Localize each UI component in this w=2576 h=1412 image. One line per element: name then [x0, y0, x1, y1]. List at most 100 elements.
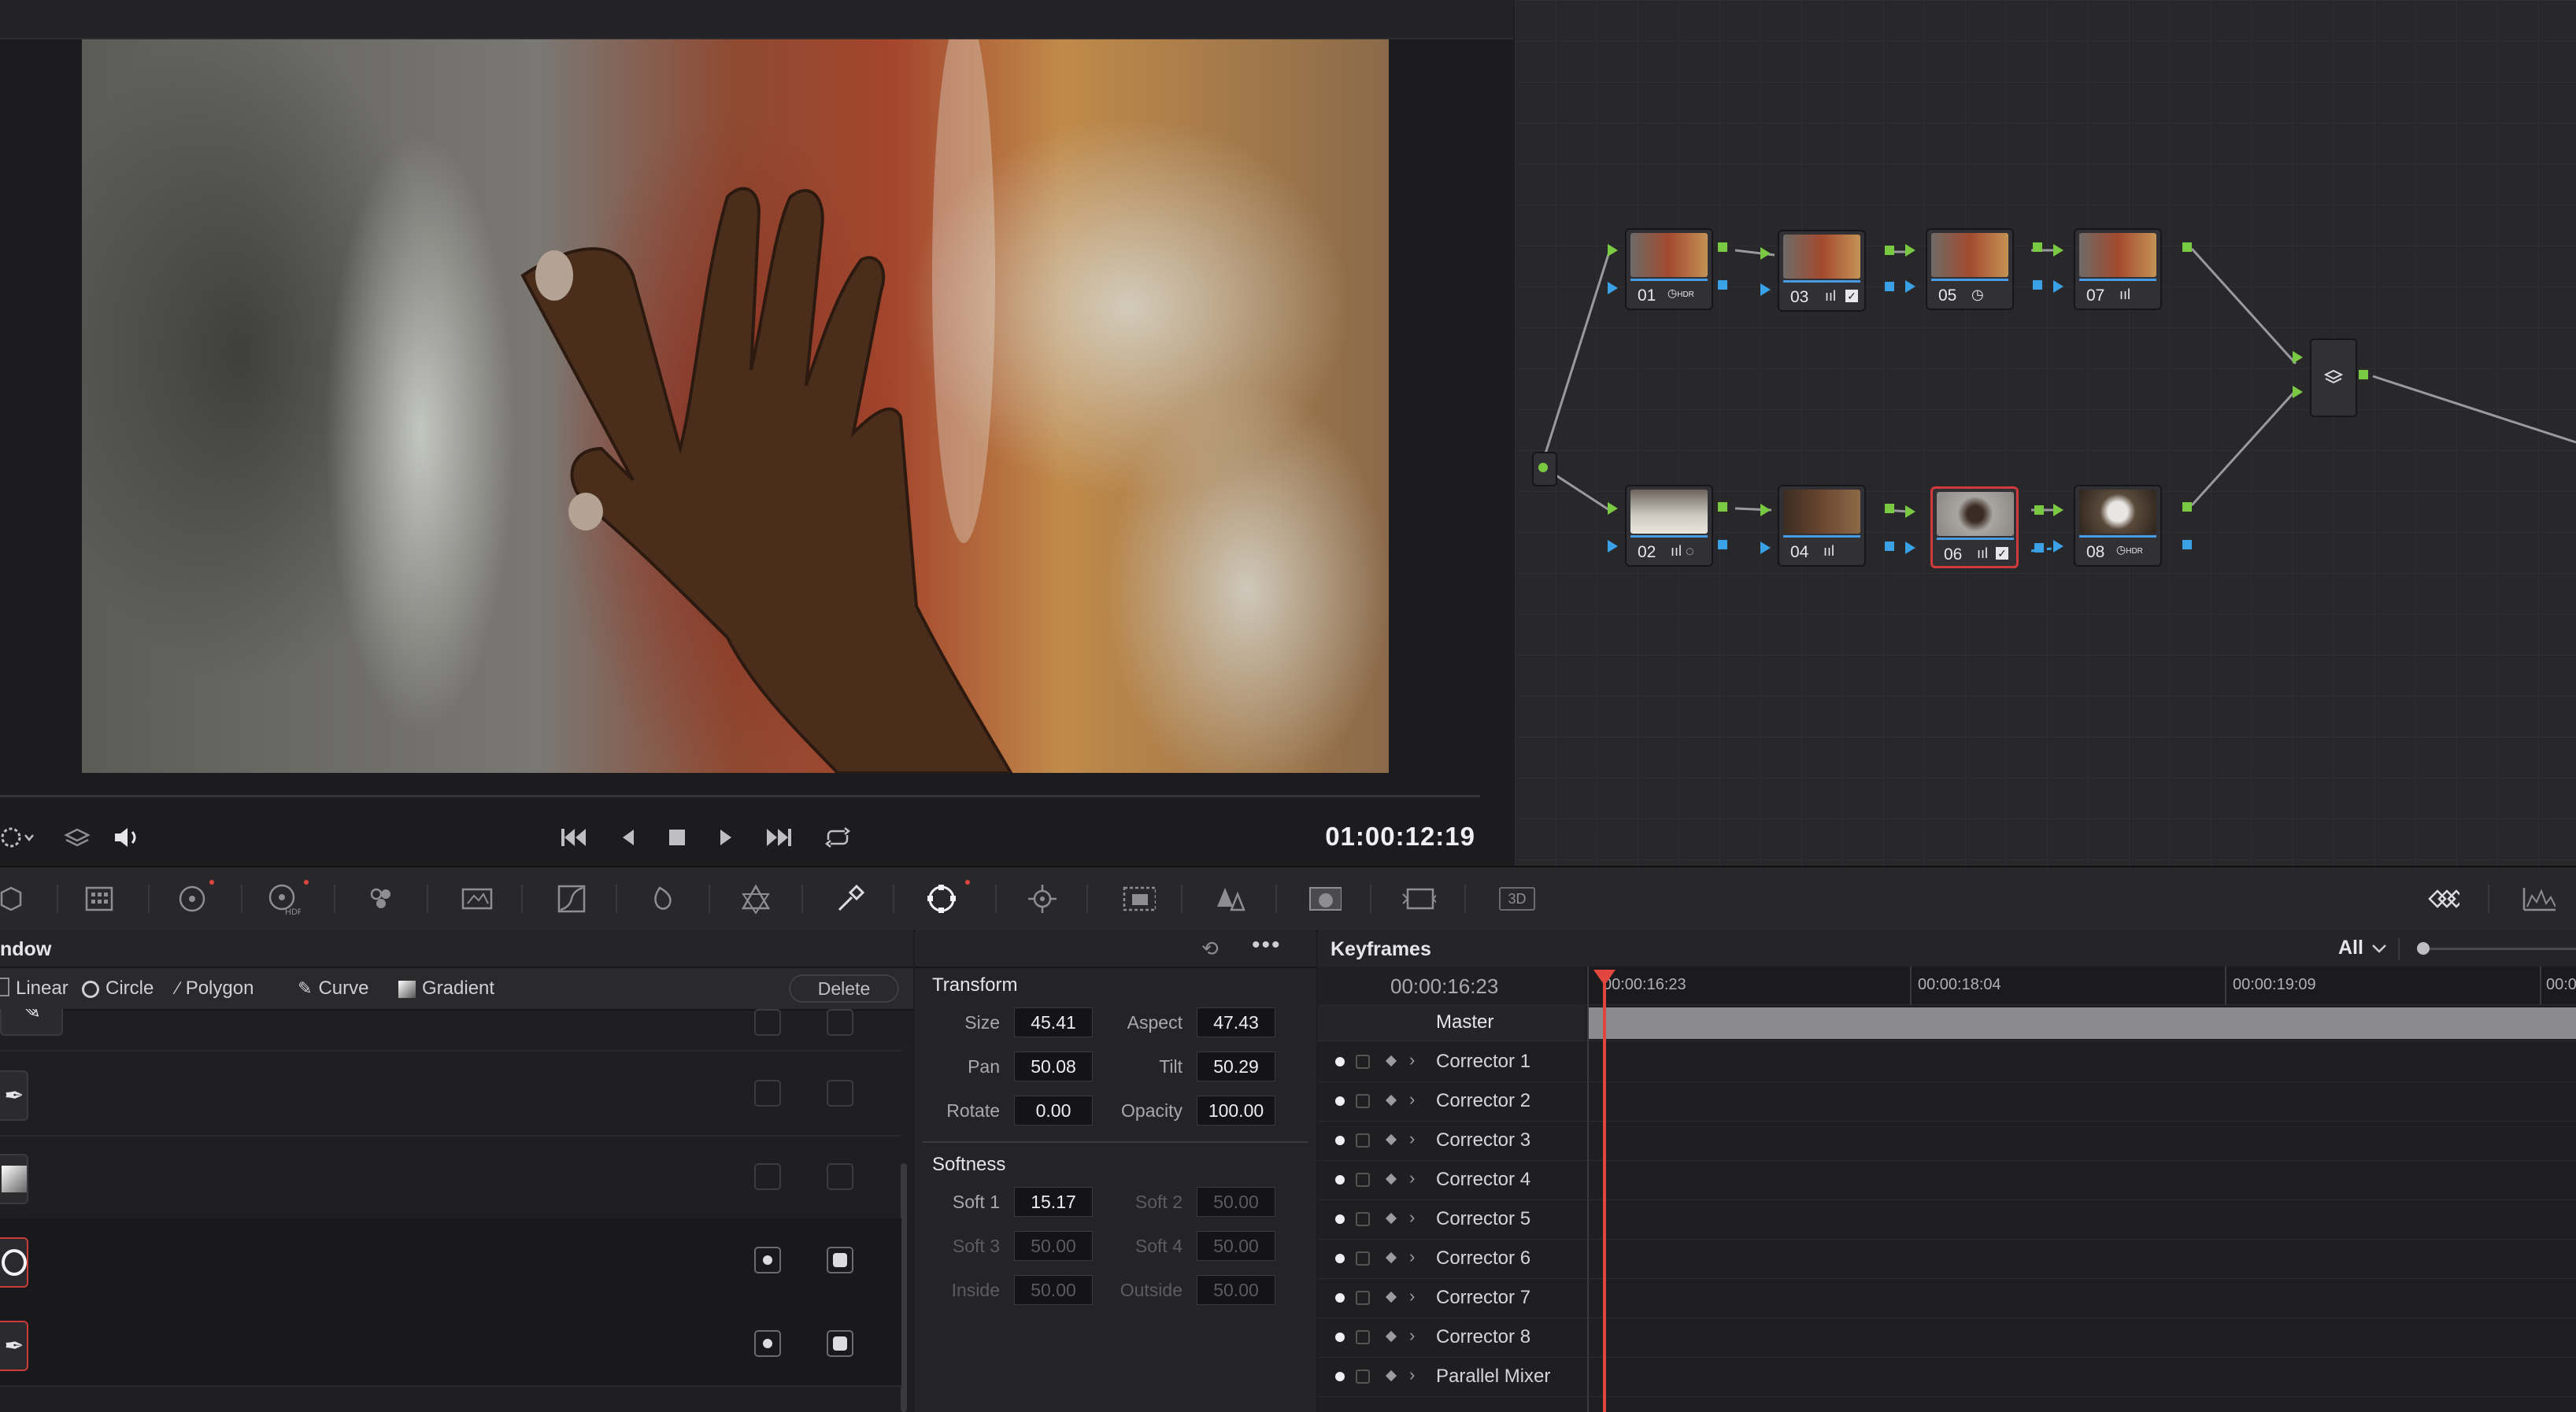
qualifier-icon[interactable] [738, 882, 773, 916]
gradient-window-button[interactable]: Gradient [398, 978, 494, 1000]
chevron-right-icon[interactable]: › [1409, 1286, 1415, 1307]
keyframe-icon[interactable] [1385, 1291, 1397, 1303]
node-07-input-port[interactable] [2053, 244, 2063, 257]
scrub-bar[interactable] [0, 795, 1480, 797]
window-mask-toggle[interactable] [827, 1080, 853, 1107]
window-row-pen-2[interactable]: ✒ [0, 1052, 901, 1137]
node-01-input-port[interactable] [1608, 244, 1618, 257]
lock-icon[interactable] [1356, 1251, 1370, 1266]
node-08[interactable]: 08 ◷HDR [2074, 485, 2162, 567]
circle-window-button[interactable]: Circle [82, 978, 154, 1000]
curves-icon[interactable] [554, 882, 589, 916]
node-06-output-port[interactable] [2034, 505, 2044, 515]
node-03-key-input[interactable] [1760, 283, 1771, 296]
node-02[interactable]: 02 ııl ◌ [1625, 485, 1713, 567]
lock-icon[interactable] [1356, 1173, 1370, 1187]
rotate-field[interactable]: 0.00 [1014, 1096, 1093, 1126]
pan-field[interactable]: 50.08 [1014, 1052, 1093, 1081]
window-list-scrollbar[interactable] [901, 1163, 907, 1412]
node-04-key-output[interactable] [1885, 542, 1894, 551]
aspect-field[interactable]: 47.43 [1197, 1007, 1275, 1037]
track-enable-dot[interactable] [1335, 1293, 1345, 1303]
window-mask-toggle[interactable] [827, 1009, 853, 1036]
node-04-input-port[interactable] [1760, 504, 1771, 516]
curve-window-button[interactable]: ✎ Curve [298, 978, 368, 1000]
outside-field[interactable]: 50.00 [1197, 1275, 1275, 1305]
node-03-output-port[interactable] [1885, 246, 1894, 255]
node-02-key-input[interactable] [1608, 540, 1618, 553]
step-back-icon[interactable] [611, 820, 646, 855]
playhead-line[interactable] [1603, 978, 1606, 1412]
size-field[interactable]: 45.41 [1014, 1007, 1093, 1037]
linear-window-button[interactable]: Linear [0, 978, 68, 1000]
window-invert-toggle[interactable] [754, 1330, 781, 1357]
eyedropper-icon[interactable] [831, 882, 866, 916]
node-01-output-port[interactable] [1718, 242, 1727, 252]
track-enable-dot[interactable] [1335, 1254, 1345, 1263]
magic-mask-icon[interactable] [1121, 882, 1156, 916]
window-invert-toggle[interactable] [754, 1163, 781, 1190]
chevron-right-icon[interactable]: › [1409, 1129, 1415, 1149]
node-07-output-port[interactable] [2182, 242, 2192, 252]
track-enable-dot[interactable] [1335, 1333, 1345, 1342]
window-mask-toggle[interactable] [827, 1330, 853, 1357]
track-corrector-5[interactable]: › Corrector 5 [1318, 1199, 2576, 1240]
track-enable-dot[interactable] [1335, 1175, 1345, 1185]
window-row-circle-selected[interactable] [0, 1218, 901, 1303]
color-wheels-icon[interactable] [175, 882, 209, 916]
stop-icon[interactable] [660, 820, 694, 855]
node-04-key-input[interactable] [1760, 542, 1771, 554]
node-03-input-port[interactable] [1760, 247, 1771, 260]
opacity-field[interactable]: 100.00 [1197, 1096, 1275, 1126]
node-01-key-output[interactable] [1718, 280, 1727, 290]
tracker-icon[interactable] [1025, 882, 1060, 916]
chevron-right-icon[interactable]: › [1409, 1247, 1415, 1267]
lock-icon[interactable] [1356, 1369, 1370, 1384]
track-corrector-7[interactable]: › Corrector 7 [1318, 1278, 2576, 1318]
play-icon[interactable] [709, 820, 743, 855]
window-invert-toggle[interactable] [754, 1080, 781, 1107]
window-row-gradient[interactable] [0, 1135, 901, 1220]
soft2-field[interactable]: 50.00 [1197, 1187, 1275, 1217]
chevron-right-icon[interactable]: › [1409, 1050, 1415, 1070]
window-mask-toggle[interactable] [827, 1163, 853, 1190]
node-03-key-output[interactable] [1885, 282, 1894, 291]
motion-effects-icon[interactable] [460, 882, 494, 916]
track-enable-dot[interactable] [1335, 1136, 1345, 1145]
lock-icon[interactable] [1356, 1055, 1370, 1069]
sizing-icon[interactable] [1401, 882, 1436, 916]
node-03[interactable]: 03 ııl ✓ [1778, 230, 1866, 312]
loop-icon[interactable] [820, 820, 855, 855]
more-options-icon[interactable]: ••• [1252, 932, 1282, 959]
volume-icon[interactable] [110, 820, 145, 855]
keyframes-filter-dropdown[interactable]: All [2338, 937, 2387, 959]
soft1-field[interactable]: 15.17 [1014, 1187, 1093, 1217]
blur-icon[interactable] [1214, 882, 1249, 916]
node-02-output-port[interactable] [1718, 502, 1727, 512]
layer-mixer-input-2[interactable] [2293, 386, 2303, 398]
track-parallel-mixer[interactable]: › Parallel Mixer [1318, 1357, 2576, 1397]
node-05-key-input[interactable] [1905, 280, 1915, 293]
layer-mixer-output[interactable] [2359, 370, 2368, 379]
color-warper-icon[interactable] [646, 882, 680, 916]
node-08-key-output[interactable] [2182, 540, 2192, 549]
keyframe-icon[interactable] [1385, 1369, 1397, 1382]
keyframes-palette-icon[interactable] [2425, 882, 2459, 916]
window-mask-toggle[interactable] [827, 1247, 853, 1273]
node-08-key-input[interactable] [2053, 540, 2063, 553]
zoom-slider[interactable] [2417, 942, 2576, 955]
node-05-key-output[interactable] [2033, 280, 2042, 290]
keyframe-icon[interactable] [1385, 1055, 1397, 1067]
cube-icon[interactable] [0, 882, 28, 916]
track-corrector-2[interactable]: › Corrector 2 [1318, 1081, 2576, 1122]
keyframe-icon[interactable] [1385, 1094, 1397, 1107]
viewer-image[interactable] [82, 39, 1389, 773]
chevron-right-icon[interactable]: › [1409, 1365, 1415, 1385]
source-node[interactable] [1532, 452, 1557, 486]
lock-icon[interactable] [1356, 1094, 1370, 1108]
reset-icon[interactable]: ⟲ [1201, 937, 1219, 961]
delete-window-button[interactable]: Delete [789, 974, 899, 1003]
track-enable-dot[interactable] [1335, 1214, 1345, 1224]
lock-icon[interactable] [1356, 1133, 1370, 1148]
node-graph[interactable]: 01 ◷HDR 03 ııl ✓ 05 ◷ 07 ııl 02 ııl ◌ 04… [1515, 0, 2576, 866]
